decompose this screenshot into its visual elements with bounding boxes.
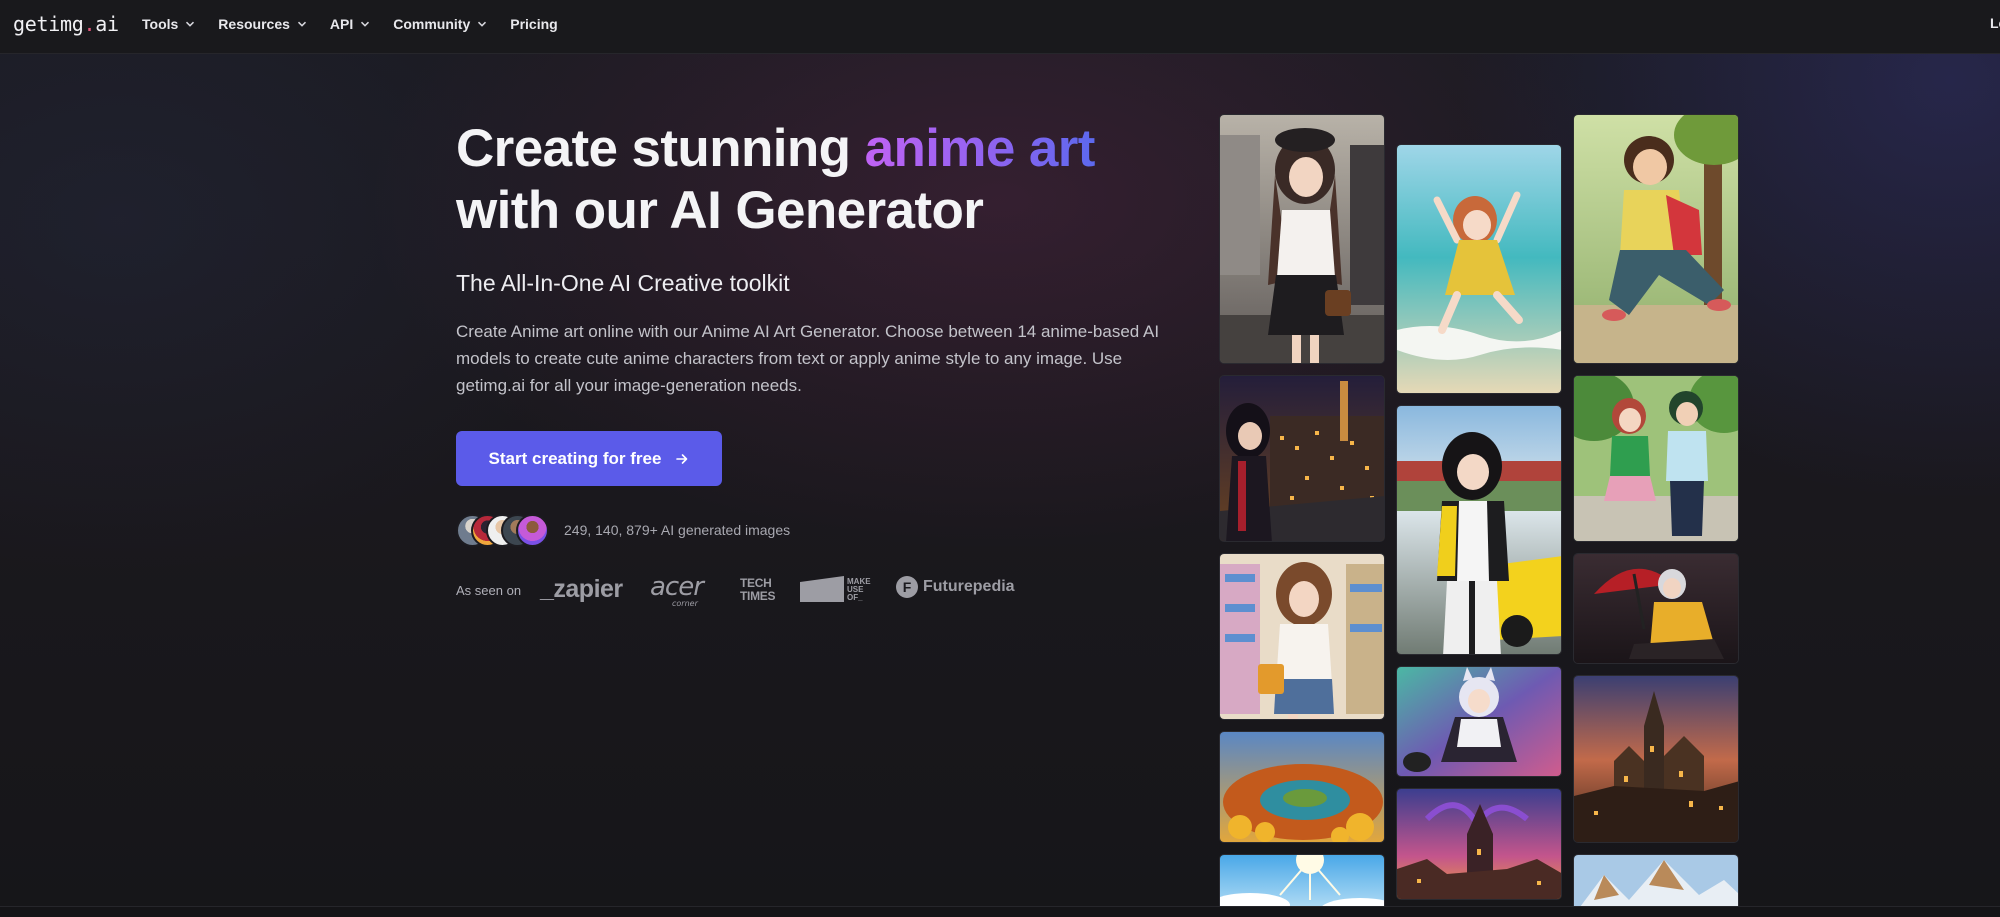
futurepedia-mark: F [896,576,918,598]
gallery-image-racer-girl-car[interactable] [1396,405,1562,655]
image-cat-girl-sky [1397,667,1561,776]
image-boy-park [1574,115,1738,363]
as-seen-on-label: As seen on [456,583,522,598]
nav-item-label: Resources [218,16,290,32]
bottom-edge [0,906,2000,917]
image-boy-umbrella [1574,554,1738,663]
nav-links: Tools Resources API Community Pricing [142,0,581,48]
nav-item-community[interactable]: Community [393,16,487,32]
image-girl-night-city [1220,376,1384,541]
hero-title-highlight: anime art [864,119,1096,178]
makeuseof-line3: OF_ [847,593,863,602]
login-link[interactable]: Lo [1990,15,2000,31]
gallery-image-castle-sunset[interactable] [1573,675,1739,843]
start-creating-button[interactable]: Start creating for free [456,431,722,486]
makeuseof-logo: MAKE USE OF_ [800,576,871,602]
nav-item-label: Tools [142,16,179,32]
gallery-image-couple-walking[interactable] [1573,375,1739,542]
gallery-image-boy-park[interactable] [1573,114,1739,364]
gallery-image-fantasy-cathedral[interactable] [1396,788,1562,900]
image-castle-sunset [1574,676,1738,842]
top-navigation: getimg.ai Tools Resources API Community … [0,0,2000,54]
user-avatars [456,514,556,548]
nav-item-api[interactable]: API [330,16,370,32]
gallery-image-sky-sun[interactable] [1219,854,1385,914]
hero-title: Create stunning anime art with our AI Ge… [456,118,1156,242]
chevron-down-icon [361,21,370,27]
image-girl-store [1220,554,1384,719]
acer-logo-text: acer [650,572,704,602]
arrow-right-icon [676,453,688,464]
image-autumn-island [1220,732,1384,842]
cta-label: Start creating for free [488,448,662,468]
acer-logo-sub: corner [672,599,698,608]
hero-title-part1: Create stunning [456,119,865,178]
gallery-image-cat-girl-sky[interactable] [1396,666,1562,777]
tech-times-line2: TIMES [740,589,776,603]
chevron-down-icon [297,21,306,27]
gallery-image-girl-store[interactable] [1219,553,1385,720]
nav-item-label: API [329,16,354,32]
site-logo[interactable]: getimg.ai [13,12,119,36]
nav-item-resources[interactable]: Resources [218,16,307,32]
gallery-image-autumn-island[interactable] [1219,731,1385,843]
hero-description: Create Anime art online with our Anime A… [456,322,1160,395]
nav-item-label: Pricing [510,16,558,32]
image-racer-girl-car [1397,406,1561,654]
gallery-image-girl-beach-jump[interactable] [1396,144,1562,394]
futurepedia-text: Futurepedia [923,578,1015,595]
gallery-image-boy-umbrella[interactable] [1573,553,1739,664]
chevron-down-icon [186,21,195,27]
tech-times-logo: TECH TIMES [740,577,775,603]
nav-item-tools[interactable]: Tools [142,16,195,32]
hero-subtitle: The All-In-One AI Creative toolkit [456,270,790,296]
image-girl-beach-jump [1397,145,1561,393]
chevron-down-icon [478,21,487,27]
logo-dot: . [83,12,96,36]
gallery-image-girl-night-city[interactable] [1219,375,1385,542]
image-fantasy-cathedral [1397,789,1561,899]
gallery-image-mountains[interactable] [1573,854,1739,914]
generated-images-count: 249, 140, 879+ AI generated images [564,522,791,538]
logo-main: getimg [13,12,84,36]
avatar [516,514,549,547]
hero-title-part2: with our AI Generator [456,181,984,240]
image-girl-city-street [1220,115,1384,363]
acer-logo: acer corner [650,572,704,608]
image-couple-walking [1574,376,1738,541]
gallery-image-girl-city-street[interactable] [1219,114,1385,364]
logo-tld: ai [95,12,119,36]
nav-item-label: Community [393,16,471,32]
nav-item-pricing[interactable]: Pricing [510,16,557,32]
futurepedia-logo: F Futurepedia [896,576,1015,598]
zapier-logo: _zapier [540,575,623,603]
